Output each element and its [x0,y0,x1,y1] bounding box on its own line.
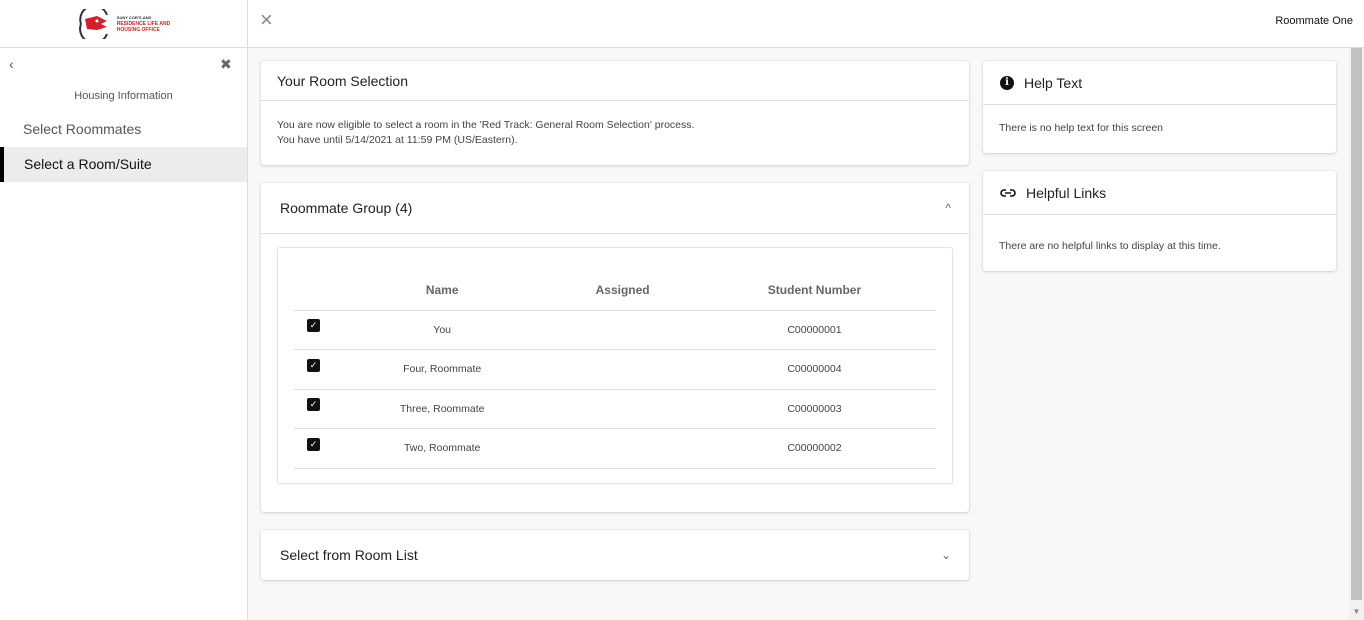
roommate-assigned [552,310,693,350]
roommate-name: You [332,310,553,350]
room-list-title: Select from Room List [280,547,418,563]
roommate-table: Name Assigned Student Number ✓ You C0000… [294,271,936,469]
logo-text: SUNY CORTLAND RESIDENCE LIFE AND HOUSING… [117,15,170,33]
roommate-student-number: C00000004 [692,349,936,390]
roommate-group-header[interactable]: Roommate Group (4) ^ [261,183,969,234]
logo-line-2: RESIDENCE LIFE AND [116,20,171,27]
roommate-group-title: Roommate Group (4) [280,200,413,216]
close-sidebar-icon[interactable]: ✖ [220,56,232,73]
deadline-text: You have until 5/14/2021 at 11:59 PM (US… [277,134,518,146]
roommate-assigned [552,428,693,469]
table-row: ✓ Four, Roommate C00000004 [294,349,936,390]
chevron-down-icon[interactable]: ⌄ [941,548,951,562]
roommate-name: Two, Roommate [332,428,553,469]
main-content: Your Room Selection You are now eligible… [248,49,1348,620]
column-header-student-number: Student Number [692,271,936,311]
roommate-name: Three, Roommate [332,389,553,429]
sidebar-item-select-room-suite[interactable]: Select a Room/Suite [0,147,247,182]
helpful-links-body: There are no helpful links to display at… [999,240,1221,252]
helpful-links-title: Helpful Links [1026,184,1107,201]
roommate-assigned [552,349,693,390]
roommate-student-number: C00000001 [692,310,936,350]
row-checkbox[interactable]: ✓ [307,319,320,333]
info-icon: i [1000,75,1014,90]
scroll-down-arrow-icon[interactable]: ▼ [1349,603,1364,620]
checkbox-column-header [294,271,332,311]
roommate-name: Four, Roommate [332,349,553,390]
column-header-name: Name [332,271,553,311]
roommate-table-container: Name Assigned Student Number ✓ You C0000… [277,247,953,484]
help-text-card: i Help Text There is no help text for th… [983,61,1336,153]
room-selection-card: Your Room Selection You are now eligible… [261,61,969,165]
column-header-assigned: Assigned [552,271,693,311]
roommate-group-card: Roommate Group (4) ^ Name Assigned Stude… [261,183,969,512]
roommate-student-number: C00000002 [692,428,936,469]
room-list-card: Select from Room List ⌄ [261,530,969,580]
table-header-row: Name Assigned Student Number [294,271,936,311]
help-text-header: i Help Text [983,61,1336,105]
help-text-body: There is no help text for this screen [999,122,1163,134]
roommate-assigned [552,389,693,429]
table-row: ✓ Three, Roommate C00000003 [294,389,936,429]
link-icon [1000,185,1016,201]
sidebar-heading: Housing Information [74,90,173,102]
row-checkbox[interactable]: ✓ [307,358,320,372]
sidebar-controls: ‹ ✖ [0,48,247,82]
room-list-header[interactable]: Select from Room List ⌄ [261,530,969,580]
help-text-title: Help Text [1024,74,1083,91]
row-checkbox[interactable]: ✓ [307,398,320,412]
chevron-up-icon[interactable]: ^ [945,201,951,215]
logo-line-3: HOUSING OFFICE [116,26,160,33]
eligibility-text: You are now eligible to select a room in… [277,119,695,131]
sidebar-item-select-roommates[interactable]: Select Roommates [0,112,247,147]
roommate-student-number: C00000003 [692,389,936,429]
scrollbar-thumb[interactable] [1351,48,1362,600]
close-icon[interactable]: × [260,9,273,31]
top-bar: × Roommate One [248,0,1364,48]
dragon-logo-icon [78,8,108,39]
room-selection-body: You are now eligible to select a room in… [261,101,969,165]
room-selection-header: Your Room Selection [261,61,969,101]
vertical-scrollbar[interactable]: ▼ [1349,48,1364,620]
user-name[interactable]: Roommate One [1275,15,1353,27]
logo-area: SUNY CORTLAND RESIDENCE LIFE AND HOUSING… [0,0,247,48]
helpful-links-header: Helpful Links [983,171,1336,215]
back-chevron-icon[interactable]: ‹ [9,56,14,72]
logo[interactable]: SUNY CORTLAND RESIDENCE LIFE AND HOUSING… [77,8,170,39]
table-row: ✓ You C00000001 [294,310,936,350]
room-selection-title: Your Room Selection [277,72,409,89]
table-row: ✓ Two, Roommate C00000002 [294,428,936,469]
helpful-links-card: Helpful Links There are no helpful links… [983,171,1336,271]
sidebar: SUNY CORTLAND RESIDENCE LIFE AND HOUSING… [0,0,248,620]
row-checkbox[interactable]: ✓ [307,437,320,451]
